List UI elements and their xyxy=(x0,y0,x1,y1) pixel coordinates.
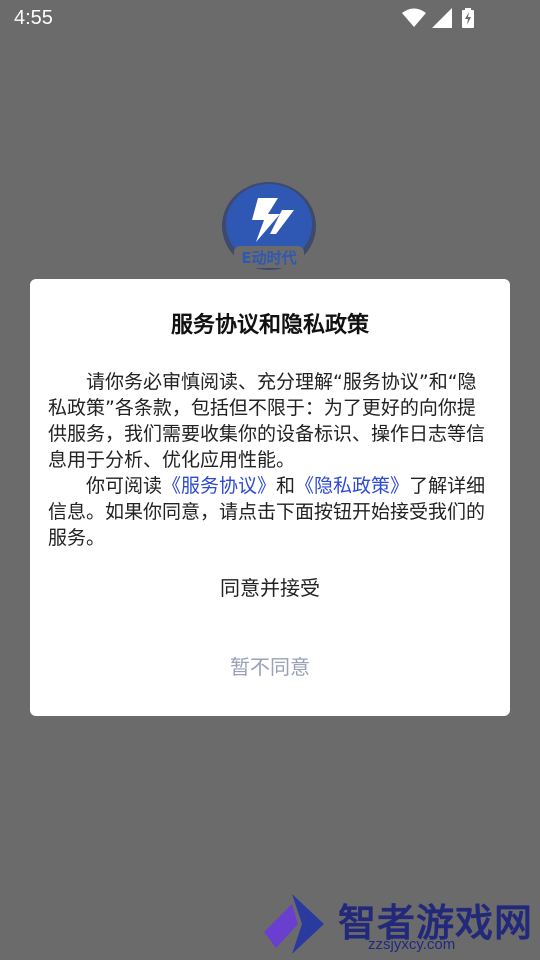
decline-button[interactable]: 暂不同意 xyxy=(170,650,370,684)
dialog-paragraph-2: 你可阅读《服务协议》和《隐私政策》了解详细信息。如果你同意，请点击下面按钮开始接… xyxy=(48,473,492,551)
app-logo-text: E动时代 xyxy=(241,249,296,267)
privacy-policy-link[interactable]: 《隐私政策》 xyxy=(295,475,409,497)
wifi-icon xyxy=(402,8,426,27)
privacy-dialog: 服务协议和隐私政策 请你务必审慎阅读、充分理解“服务协议”和“隐私政策”各条款，… xyxy=(30,279,510,716)
paragraph-2-prefix: 你可阅读 xyxy=(86,475,163,497)
dialog-paragraph-1: 请你务必审慎阅读、充分理解“服务协议”和“隐私政策”各条款，包括但不限于：为了更… xyxy=(48,371,486,471)
watermark: 智者游戏网 zzsjyxcy.com xyxy=(258,884,540,960)
battery-charging-icon xyxy=(462,8,474,28)
watermark-subtext: zzsjyxcy.com xyxy=(368,936,456,953)
service-agreement-link[interactable]: 《服务协议》 xyxy=(162,475,276,497)
paragraph-2-and: 和 xyxy=(276,475,296,497)
agree-button[interactable]: 同意并接受 xyxy=(170,571,370,605)
app-logo: E动时代 xyxy=(222,182,316,270)
cellular-signal-icon xyxy=(432,8,452,28)
status-bar: 4:55 xyxy=(0,0,540,36)
watermark-logo-icon xyxy=(264,894,324,954)
status-time: 4:55 xyxy=(14,7,53,29)
dialog-body: 请你务必审慎阅读、充分理解“服务协议”和“隐私政策”各条款，包括但不限于：为了更… xyxy=(48,369,492,551)
dialog-title: 服务协议和隐私政策 xyxy=(170,313,369,338)
